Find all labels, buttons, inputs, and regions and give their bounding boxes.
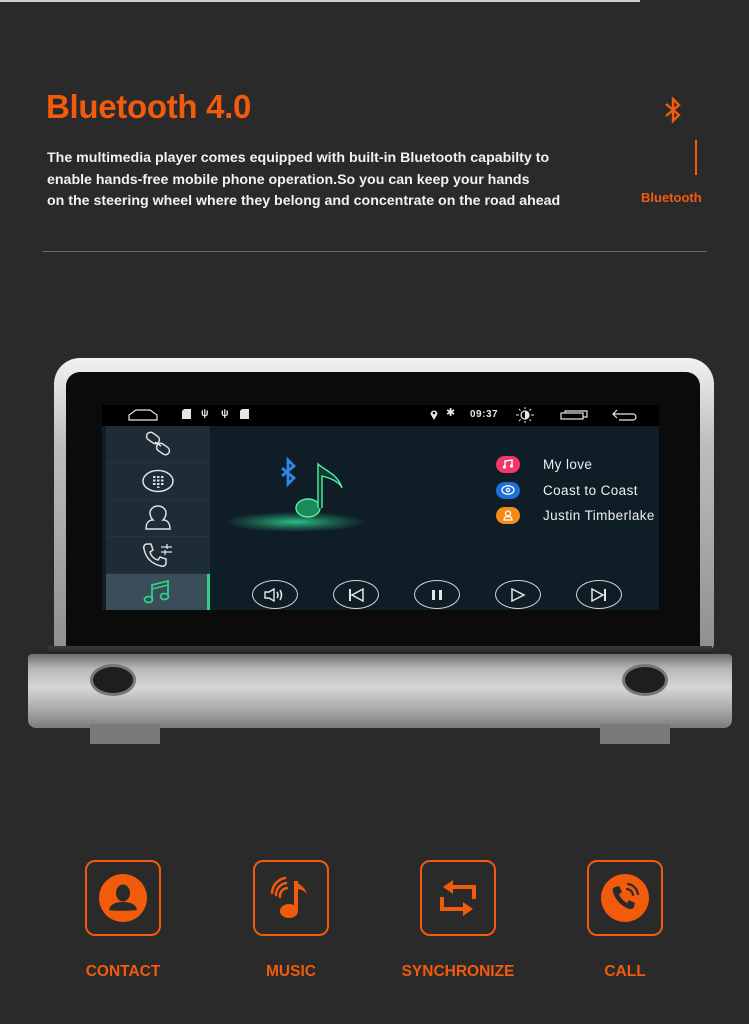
home-icon[interactable] <box>128 408 158 425</box>
synchronize-icon <box>420 860 496 936</box>
pause-button[interactable] <box>414 580 460 609</box>
feature-label: CALL <box>604 963 646 980</box>
call-settings-icon <box>143 543 172 567</box>
next-button[interactable] <box>576 580 622 609</box>
contacts-icon <box>145 505 171 530</box>
track-item[interactable]: Coast to Coast <box>496 479 638 501</box>
bluetooth-music-note-icon <box>281 456 343 518</box>
feature-label: SYNCHRONIZE <box>401 963 515 980</box>
sidebar-item-music[interactable] <box>106 574 210 610</box>
top-edge-line <box>0 0 640 2</box>
link-icon <box>145 431 171 456</box>
brightness-icon[interactable] <box>514 407 536 427</box>
page-title: Bluetooth 4.0 <box>46 88 252 125</box>
feature-music: MUSIC <box>251 860 331 980</box>
call-icon <box>587 860 663 936</box>
music-icon <box>253 860 329 936</box>
usb-icon: ψ <box>201 408 209 419</box>
bluetooth-icon <box>665 96 681 124</box>
play-icon <box>511 587 526 602</box>
usb-icon: ψ <box>221 408 229 419</box>
volume-button[interactable] <box>252 580 298 609</box>
track-item[interactable]: My love <box>496 453 592 475</box>
sidebar <box>106 426 210 610</box>
mount-hole-right <box>622 664 668 696</box>
pause-icon <box>432 589 442 600</box>
disc-icon <box>496 481 520 499</box>
dialpad-icon <box>142 469 174 493</box>
feature-synchronize: SYNCHRONIZE <box>402 860 514 980</box>
recent-apps-icon[interactable] <box>560 410 588 424</box>
bluetooth-badge-line <box>695 140 697 175</box>
previous-button[interactable] <box>333 580 379 609</box>
artist-name: Justin Timberlake <box>543 507 655 523</box>
track-title: My love <box>543 456 593 472</box>
sd-card-icon <box>240 409 249 423</box>
sidebar-item-link[interactable] <box>106 426 210 463</box>
previous-icon <box>349 587 364 602</box>
music-icon <box>143 579 169 604</box>
play-button[interactable] <box>495 580 541 609</box>
clock: 09:37 <box>470 409 499 420</box>
feature-label: CONTACT <box>85 963 161 980</box>
device-base <box>28 654 732 728</box>
back-icon[interactable] <box>611 409 637 425</box>
track-item[interactable]: Justin Timberlake <box>496 504 655 526</box>
feature-contact: CONTACT <box>83 860 163 980</box>
contact-icon <box>85 860 161 936</box>
next-icon <box>591 587 606 602</box>
location-icon <box>430 409 438 424</box>
bluetooth-icon: ✱ <box>446 407 456 419</box>
music-icon <box>496 455 520 473</box>
bluetooth-badge <box>640 96 706 124</box>
device-foot-left <box>90 724 160 744</box>
section-divider <box>42 251 707 252</box>
sd-card-icon <box>182 409 191 423</box>
mount-hole-left <box>90 664 136 696</box>
sidebar-item-contacts[interactable] <box>106 500 210 537</box>
volume-icon <box>264 587 283 602</box>
artist-icon <box>496 506 520 524</box>
bluetooth-badge-label: Bluetooth <box>641 190 702 205</box>
device-screen: ψ ψ ✱ 09:37 My love Coast to Coast Justi… <box>102 405 659 610</box>
album-name: Coast to Coast <box>543 482 638 498</box>
device-foot-right <box>600 724 670 744</box>
sidebar-item-call-settings[interactable] <box>106 537 210 574</box>
sidebar-item-dialpad[interactable] <box>106 463 210 500</box>
feature-call: CALL <box>585 860 665 980</box>
status-bar: ψ ψ ✱ 09:37 <box>102 405 659 426</box>
feature-description: The multimedia player comes equipped wit… <box>47 150 561 209</box>
music-player-panel: My love Coast to Coast Justin Timberlake <box>210 426 659 610</box>
feature-label: MUSIC <box>266 963 316 980</box>
